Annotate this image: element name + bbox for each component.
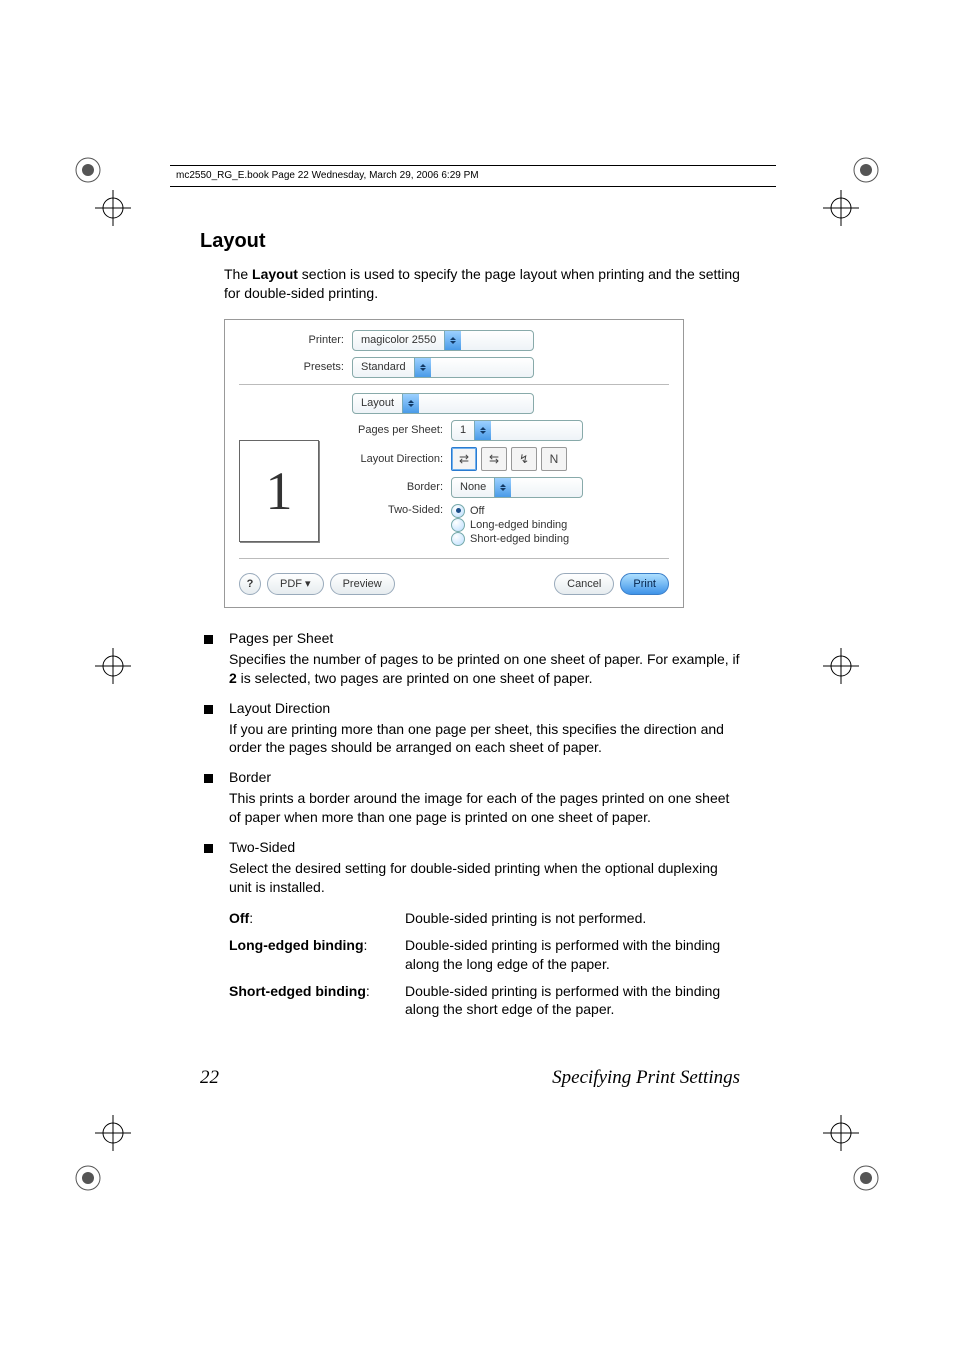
layout-direction-icon-3[interactable]: ↯	[511, 447, 537, 471]
border-label: Border:	[333, 481, 451, 493]
definition-list: Off: Double-sided printing is not perfor…	[229, 909, 740, 1019]
divider	[239, 384, 669, 385]
square-bullet-icon	[204, 705, 213, 714]
body-text: Specifies the number of pages to be prin…	[229, 650, 740, 688]
radio-label: Long-edged binding	[470, 519, 567, 531]
crop-mark-icon	[70, 152, 106, 188]
crop-mark-icon	[848, 1160, 884, 1196]
print-button[interactable]: Print	[620, 573, 669, 595]
crop-mark-icon	[823, 648, 859, 684]
def-desc: Double-sided printing is performed with …	[405, 982, 740, 1020]
crop-mark-icon	[823, 1115, 859, 1151]
def-desc: Double-sided printing is not performed.	[405, 909, 740, 928]
layout-direction-label: Layout Direction:	[333, 453, 451, 465]
intro-text: The Layout section is used to specify th…	[224, 265, 740, 303]
border-select[interactable]: None	[451, 477, 583, 498]
layout-direction-icon-2[interactable]: ⇆	[481, 447, 507, 471]
footer-title: Specifying Print Settings	[552, 1067, 740, 1089]
layout-direction-icon-4[interactable]: N	[541, 447, 567, 471]
two-sided-long-radio[interactable]: Long-edged binding	[451, 518, 569, 532]
bullet-layout-direction: Layout Direction	[204, 700, 740, 716]
bullet-border: Border	[204, 769, 740, 785]
body-text: This prints a border around the image fo…	[229, 789, 740, 827]
crop-mark-icon	[95, 648, 131, 684]
layout-preview: 1	[239, 440, 319, 542]
crop-mark-icon	[848, 152, 884, 188]
bullet-two-sided: Two-Sided	[204, 839, 740, 855]
preview-button[interactable]: Preview	[330, 573, 395, 595]
print-dialog: Printer: magicolor 2550 Presets: Standar…	[224, 319, 684, 608]
help-button[interactable]: ?	[239, 573, 261, 595]
radio-icon	[451, 504, 465, 518]
page-number: 22	[200, 1067, 219, 1089]
printer-label: Printer:	[239, 334, 352, 346]
crop-mark-icon	[95, 1115, 131, 1151]
def-desc: Double-sided printing is performed with …	[405, 936, 740, 974]
two-sided-label: Two-Sided:	[333, 504, 451, 516]
layout-direction-icon-1[interactable]: ⇄	[451, 447, 477, 471]
pages-per-sheet-select[interactable]: 1	[451, 420, 583, 441]
presets-label: Presets:	[239, 361, 352, 373]
radio-label: Short-edged binding	[470, 533, 569, 545]
bullet-pages-per-sheet: Pages per Sheet	[204, 630, 740, 646]
crop-mark-icon	[95, 190, 131, 226]
divider	[239, 558, 669, 559]
presets-select[interactable]: Standard	[352, 357, 534, 378]
page-footer: 22 Specifying Print Settings	[200, 1067, 740, 1089]
radio-label: Off	[470, 505, 484, 517]
body-text: Select the desired setting for double-si…	[229, 859, 740, 897]
crop-mark-icon	[70, 1160, 106, 1196]
panel-select[interactable]: Layout	[352, 393, 534, 414]
square-bullet-icon	[204, 844, 213, 853]
printer-select[interactable]: magicolor 2550	[352, 330, 534, 351]
body-text: If you are printing more than one page p…	[229, 720, 740, 758]
two-sided-short-radio[interactable]: Short-edged binding	[451, 532, 569, 546]
pdf-button[interactable]: PDF ▾	[267, 573, 324, 595]
square-bullet-icon	[204, 774, 213, 783]
cancel-button[interactable]: Cancel	[554, 573, 614, 595]
radio-icon	[451, 532, 465, 546]
pages-per-sheet-label: Pages per Sheet:	[333, 424, 451, 436]
two-sided-off-radio[interactable]: Off	[451, 504, 569, 518]
square-bullet-icon	[204, 635, 213, 644]
section-heading: Layout	[200, 230, 740, 253]
crop-mark-icon	[823, 190, 859, 226]
running-header: mc2550_RG_E.book Page 22 Wednesday, Marc…	[170, 165, 776, 187]
radio-icon	[451, 518, 465, 532]
